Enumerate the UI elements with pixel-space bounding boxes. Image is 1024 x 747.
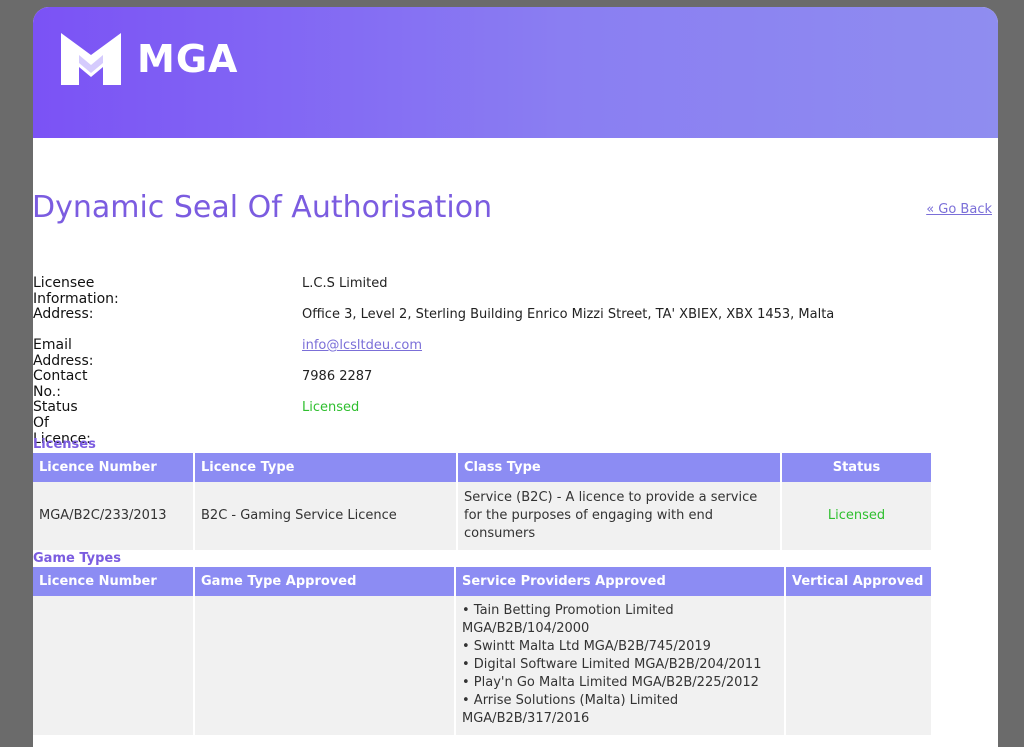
licence-number-cell: MGA/B2C/233/2013	[33, 482, 195, 550]
contact-label: Contact No.:	[33, 368, 88, 400]
page-title: Dynamic Seal Of Authorisation	[32, 190, 493, 225]
game-types-col-vertical: Vertical Approved	[785, 567, 931, 596]
game-types-header-row: Licence Number Game Type Approved Servic…	[33, 567, 931, 596]
list-item: • Tain Betting Promotion Limited MGA/B2B…	[462, 603, 674, 636]
mga-logo-icon	[61, 33, 121, 85]
list-item: • Arrise Solutions (Malta) Limited MGA/B…	[462, 693, 679, 726]
providers-cell: • Tain Betting Promotion Limited MGA/B2B…	[455, 596, 786, 735]
game-types-col-game-type: Game Type Approved	[194, 567, 456, 596]
game-types-col-providers: Service Providers Approved	[455, 567, 786, 596]
status-value: Licensed	[302, 400, 360, 415]
licence-type-cell: B2C - Gaming Service Licence	[194, 482, 458, 550]
class-type-cell: Service (B2C) - A licence to provide a s…	[457, 482, 782, 550]
licenses-col-class: Class Type	[457, 453, 782, 482]
licenses-section-title: Licenses	[33, 437, 96, 452]
game-type-cell	[194, 596, 456, 735]
table-row: • Tain Betting Promotion Limited MGA/B2B…	[33, 596, 931, 735]
email-label: Email Address:	[33, 337, 94, 369]
licenses-col-status: Status	[781, 453, 931, 482]
list-item: • Play'n Go Malta Limited MGA/B2B/225/20…	[462, 675, 759, 690]
address-value: Office 3, Level 2, Sterling Building Enr…	[302, 307, 835, 322]
game-types-table: Licence Number Game Type Approved Servic…	[33, 567, 931, 735]
licence-status-cell: Licensed	[781, 482, 931, 550]
licensee-label: Licensee Information:	[33, 275, 119, 307]
licenses-header-row: Licence Number Licence Type Class Type S…	[33, 453, 931, 482]
address-label: Address:	[33, 306, 94, 322]
licenses-col-type: Licence Type	[194, 453, 458, 482]
go-back-link[interactable]: « Go Back	[926, 202, 992, 217]
game-licence-number-cell	[33, 596, 195, 735]
mga-logo[interactable]: MGA	[61, 33, 238, 85]
vertical-cell	[785, 596, 931, 735]
licenses-table: Licence Number Licence Type Class Type S…	[33, 453, 931, 550]
game-types-section-title: Game Types	[33, 551, 121, 566]
brand-name: MGA	[137, 37, 239, 81]
licenses-col-number: Licence Number	[33, 453, 195, 482]
table-row: MGA/B2C/233/2013 B2C - Gaming Service Li…	[33, 482, 931, 550]
header-banner: MGA	[33, 7, 998, 138]
list-item: • Swintt Malta Ltd MGA/B2B/745/2019	[462, 639, 711, 654]
list-item: • Digital Software Limited MGA/B2B/204/2…	[462, 657, 762, 672]
licensee-value: L.C.S Limited	[302, 276, 388, 291]
contact-value: 7986 2287	[302, 369, 373, 384]
game-types-col-number: Licence Number	[33, 567, 195, 596]
email-link[interactable]: info@lcsltdeu.com	[302, 338, 422, 353]
